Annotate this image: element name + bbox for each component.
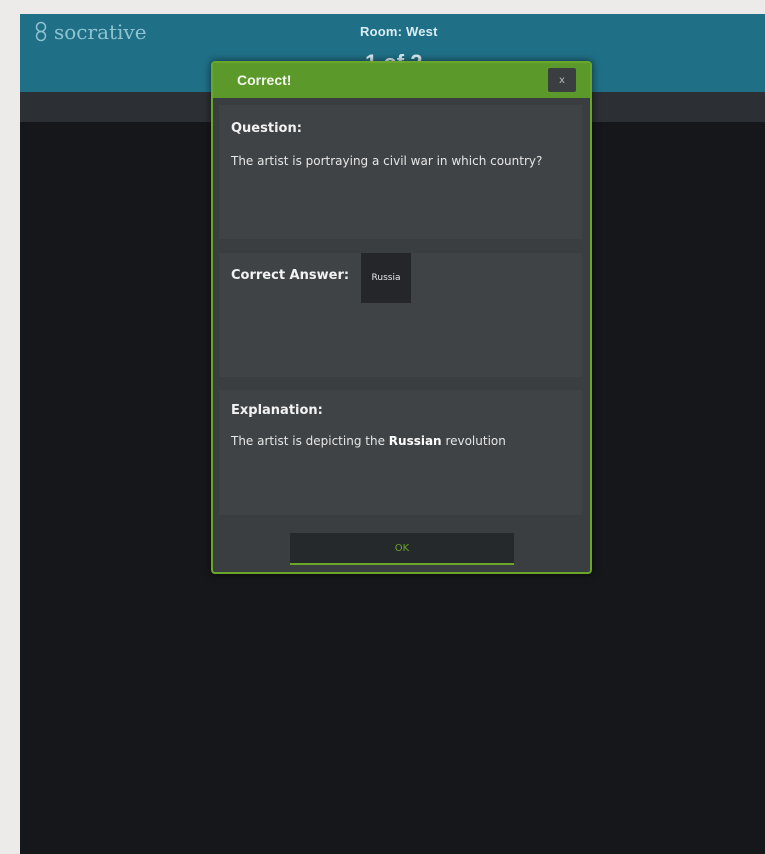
correct-answer-choice: Russia (361, 253, 411, 303)
socrative-logo: socrative (32, 20, 147, 44)
close-button[interactable]: x (548, 68, 576, 92)
explanation-emphasis: Russian (388, 434, 442, 448)
explanation-text: The artist is depicting the Russian revo… (231, 434, 561, 448)
explanation-section: Explanation: The artist is depicting the… (219, 390, 582, 515)
explanation-text-end: revolution (445, 434, 506, 448)
feedback-modal: Correct! x Question: The artist is portr… (211, 61, 592, 574)
logo-text: socrative (54, 20, 147, 44)
explanation-label: Explanation: (231, 403, 323, 418)
answer-label: Correct Answer: (231, 268, 350, 283)
ok-button[interactable]: OK (290, 533, 514, 565)
modal-title: Correct! (237, 72, 292, 88)
question-label: Question: (231, 121, 302, 136)
room-label: Room: West (360, 24, 438, 39)
question-section: Question: The artist is portraying a civ… (219, 105, 582, 239)
explanation-text-start: The artist is depicting the (231, 434, 385, 448)
close-icon: x (559, 74, 565, 86)
answer-section: Correct Answer: Russia (219, 253, 582, 377)
question-text: The artist is portraying a civil war in … (231, 154, 543, 168)
socrative-logo-icon (35, 21, 47, 42)
modal-header: Correct! x (213, 63, 590, 98)
